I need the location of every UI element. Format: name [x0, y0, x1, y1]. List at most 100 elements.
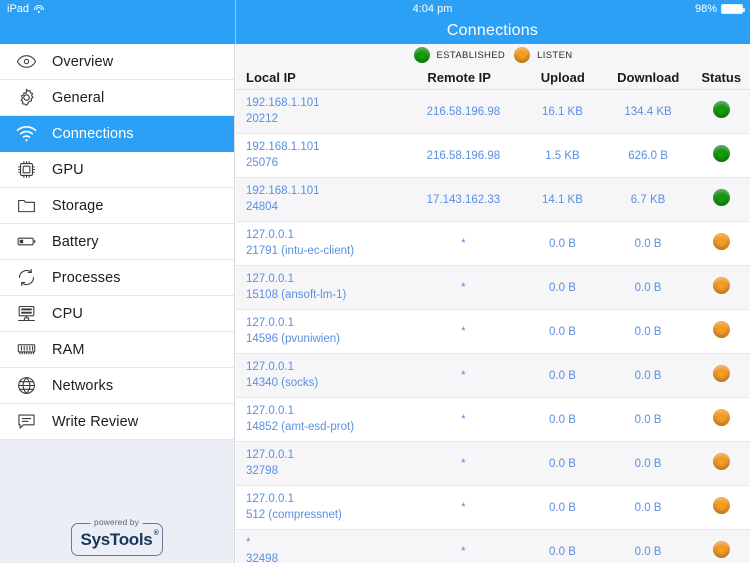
local-port-value: 20212 — [246, 112, 278, 125]
connections-table-body[interactable]: 192.168.1.101 20212 216.58.196.98 16.1 KB 13… — [236, 90, 750, 563]
column-header-local-ip[interactable]: Local IP — [236, 70, 405, 85]
table-row[interactable]: 127.0.0.1 15108 (ansoft-lm-1) * 0.0 B 0.0 B — [236, 266, 750, 310]
cell-local-ip: * 32498 — [236, 536, 406, 563]
table-row[interactable]: 127.0.0.1 14340 (socks) * 0.0 B 0.0 B — [236, 354, 750, 398]
status-dot-green-icon — [413, 47, 430, 63]
cell-status — [692, 496, 750, 519]
sidebar-item-storage[interactable]: Storage — [0, 188, 234, 224]
status-dot-green-icon — [712, 100, 730, 118]
sidebar-item-write-review[interactable]: Write Review — [0, 404, 234, 440]
table-row[interactable]: 192.168.1.101 24804 17.143.162.33 14.1 KB 6.… — [236, 178, 750, 222]
cell-local-ip: 127.0.0.1 21791 (intu-ec-client) — [236, 228, 406, 260]
folder-icon — [0, 188, 52, 224]
status-dot-green-icon — [712, 188, 730, 206]
cell-local-ip: 192.168.1.101 24804 — [236, 184, 406, 216]
status-dot-orange-icon — [712, 276, 730, 294]
cell-remote-ip: * — [461, 501, 466, 514]
cell-status — [692, 540, 750, 563]
globe-icon — [0, 368, 52, 404]
cell-upload: 0.0 B — [549, 281, 576, 294]
sidebar-item-ram[interactable]: RAM — [0, 332, 234, 368]
logo-powered-by-label: powered by — [90, 517, 143, 527]
table-header-row: Local IP Remote IP Upload Download Statu… — [236, 66, 750, 90]
battery-icon — [0, 224, 52, 260]
sidebar-item-processes[interactable]: Processes — [0, 260, 234, 296]
table-row[interactable]: 127.0.0.1 21791 (intu-ec-client) * 0.0 B 0.0… — [236, 222, 750, 266]
local-port-value: 24804 — [246, 200, 278, 213]
status-dot-green-icon — [712, 144, 730, 162]
sidebar-item-label: Write Review — [52, 413, 139, 430]
wifi-icon — [33, 4, 44, 14]
cell-local-ip: 127.0.0.1 15108 (ansoft-lm-1) — [236, 272, 406, 304]
table-row[interactable]: * 32498 * 0.0 B 0.0 B — [236, 530, 750, 563]
table-row[interactable]: 127.0.0.1 512 (compressnet) * 0.0 B 0.0 B — [236, 486, 750, 530]
table-row[interactable]: 127.0.0.1 14596 (pvuniwien) * 0.0 B 0.0 B — [236, 310, 750, 354]
local-ip-value: 127.0.0.1 — [246, 492, 294, 505]
ram-icon — [0, 332, 52, 368]
local-port-value: 32798 — [246, 464, 278, 477]
cell-local-ip: 127.0.0.1 32798 — [236, 448, 406, 480]
cell-download: 0.0 B — [634, 457, 662, 470]
local-ip-value: 127.0.0.1 — [246, 228, 294, 241]
table-row[interactable]: 127.0.0.1 14852 (amt-esd-prot) * 0.0 B 0.0 B — [236, 398, 750, 442]
cell-remote-ip: * — [461, 369, 466, 382]
logo-trademark: ® — [153, 530, 159, 537]
cell-status — [692, 276, 750, 299]
cell-status — [692, 100, 750, 123]
status-dot-orange-icon — [712, 320, 730, 338]
table-row[interactable]: 192.168.1.101 25076 216.58.196.98 1.5 KB 626… — [236, 134, 750, 178]
status-dot-orange-icon — [712, 364, 730, 382]
sidebar-item-label: GPU — [52, 161, 84, 178]
cell-local-ip: 127.0.0.1 14852 (amt-esd-prot) — [236, 404, 406, 436]
cell-upload: 0.0 B — [549, 413, 576, 426]
table-row[interactable]: 192.168.1.101 20212 216.58.196.98 16.1 KB 13… — [236, 90, 750, 134]
cell-download: 0.0 B — [634, 237, 662, 250]
legend-label: ESTABLISHED — [436, 49, 506, 61]
status-bar-left: iPad — [0, 3, 235, 15]
local-ip-value: 127.0.0.1 — [246, 272, 294, 285]
table-row[interactable]: 127.0.0.1 32798 * 0.0 B 0.0 B — [236, 442, 750, 486]
column-header-status[interactable]: Status — [692, 70, 750, 85]
column-header-download[interactable]: Download — [604, 70, 692, 85]
app-root: iPad 4:04 pm 98% Connections Overview Gen… — [0, 0, 750, 563]
sidebar-item-battery[interactable]: Battery — [0, 224, 234, 260]
cell-local-ip: 127.0.0.1 14340 (socks) — [236, 360, 406, 392]
cell-status — [692, 452, 750, 475]
refresh-icon — [0, 260, 52, 296]
local-port-value: 15108 (ansoft-lm-1) — [246, 288, 347, 301]
sidebar-menu: Overview General Connections GPU Storage Batt… — [0, 44, 234, 440]
cell-local-ip: 192.168.1.101 25076 — [236, 140, 406, 172]
sidebar-item-networks[interactable]: Networks — [0, 368, 234, 404]
sidebar-item-general[interactable]: General — [0, 80, 234, 116]
navbar-divider — [235, 0, 236, 44]
eye-icon — [0, 44, 52, 80]
local-ip-value: 127.0.0.1 — [246, 316, 294, 329]
device-label: iPad — [7, 3, 30, 15]
local-ip-value: 192.168.1.101 — [246, 140, 320, 153]
status-bar: iPad 4:04 pm 98% — [0, 0, 750, 18]
cell-download: 0.0 B — [634, 325, 662, 338]
sidebar-item-label: Storage — [52, 197, 104, 214]
local-ip-value: 127.0.0.1 — [246, 404, 294, 417]
cell-remote-ip: 216.58.196.98 — [426, 105, 501, 118]
status-legend: ESTABLISHED LISTEN — [236, 44, 750, 66]
local-ip-value: 192.168.1.101 — [246, 96, 320, 109]
status-dot-orange-icon — [712, 496, 730, 514]
sidebar-item-label: Battery — [52, 233, 99, 250]
cell-remote-ip: * — [461, 545, 466, 558]
sidebar-item-gpu[interactable]: GPU — [0, 152, 234, 188]
sidebar-item-cpu[interactable]: CPU — [0, 296, 234, 332]
logo-brand-text: SysTools — [80, 530, 153, 549]
cell-download: 0.0 B — [634, 369, 662, 382]
wifi-icon — [0, 116, 52, 152]
legend-item-listen: LISTEN — [514, 47, 572, 63]
legend-label: LISTEN — [537, 49, 573, 61]
local-ip-value: 192.168.1.101 — [246, 184, 320, 197]
cell-upload: 1.5 KB — [545, 149, 580, 162]
column-header-remote-ip[interactable]: Remote IP — [405, 70, 521, 85]
sidebar-item-connections[interactable]: Connections — [0, 116, 234, 152]
column-header-upload[interactable]: Upload — [521, 70, 604, 85]
local-port-value: 512 (compressnet) — [246, 508, 342, 521]
cell-download: 0.0 B — [634, 545, 662, 558]
sidebar-item-overview[interactable]: Overview — [0, 44, 234, 80]
